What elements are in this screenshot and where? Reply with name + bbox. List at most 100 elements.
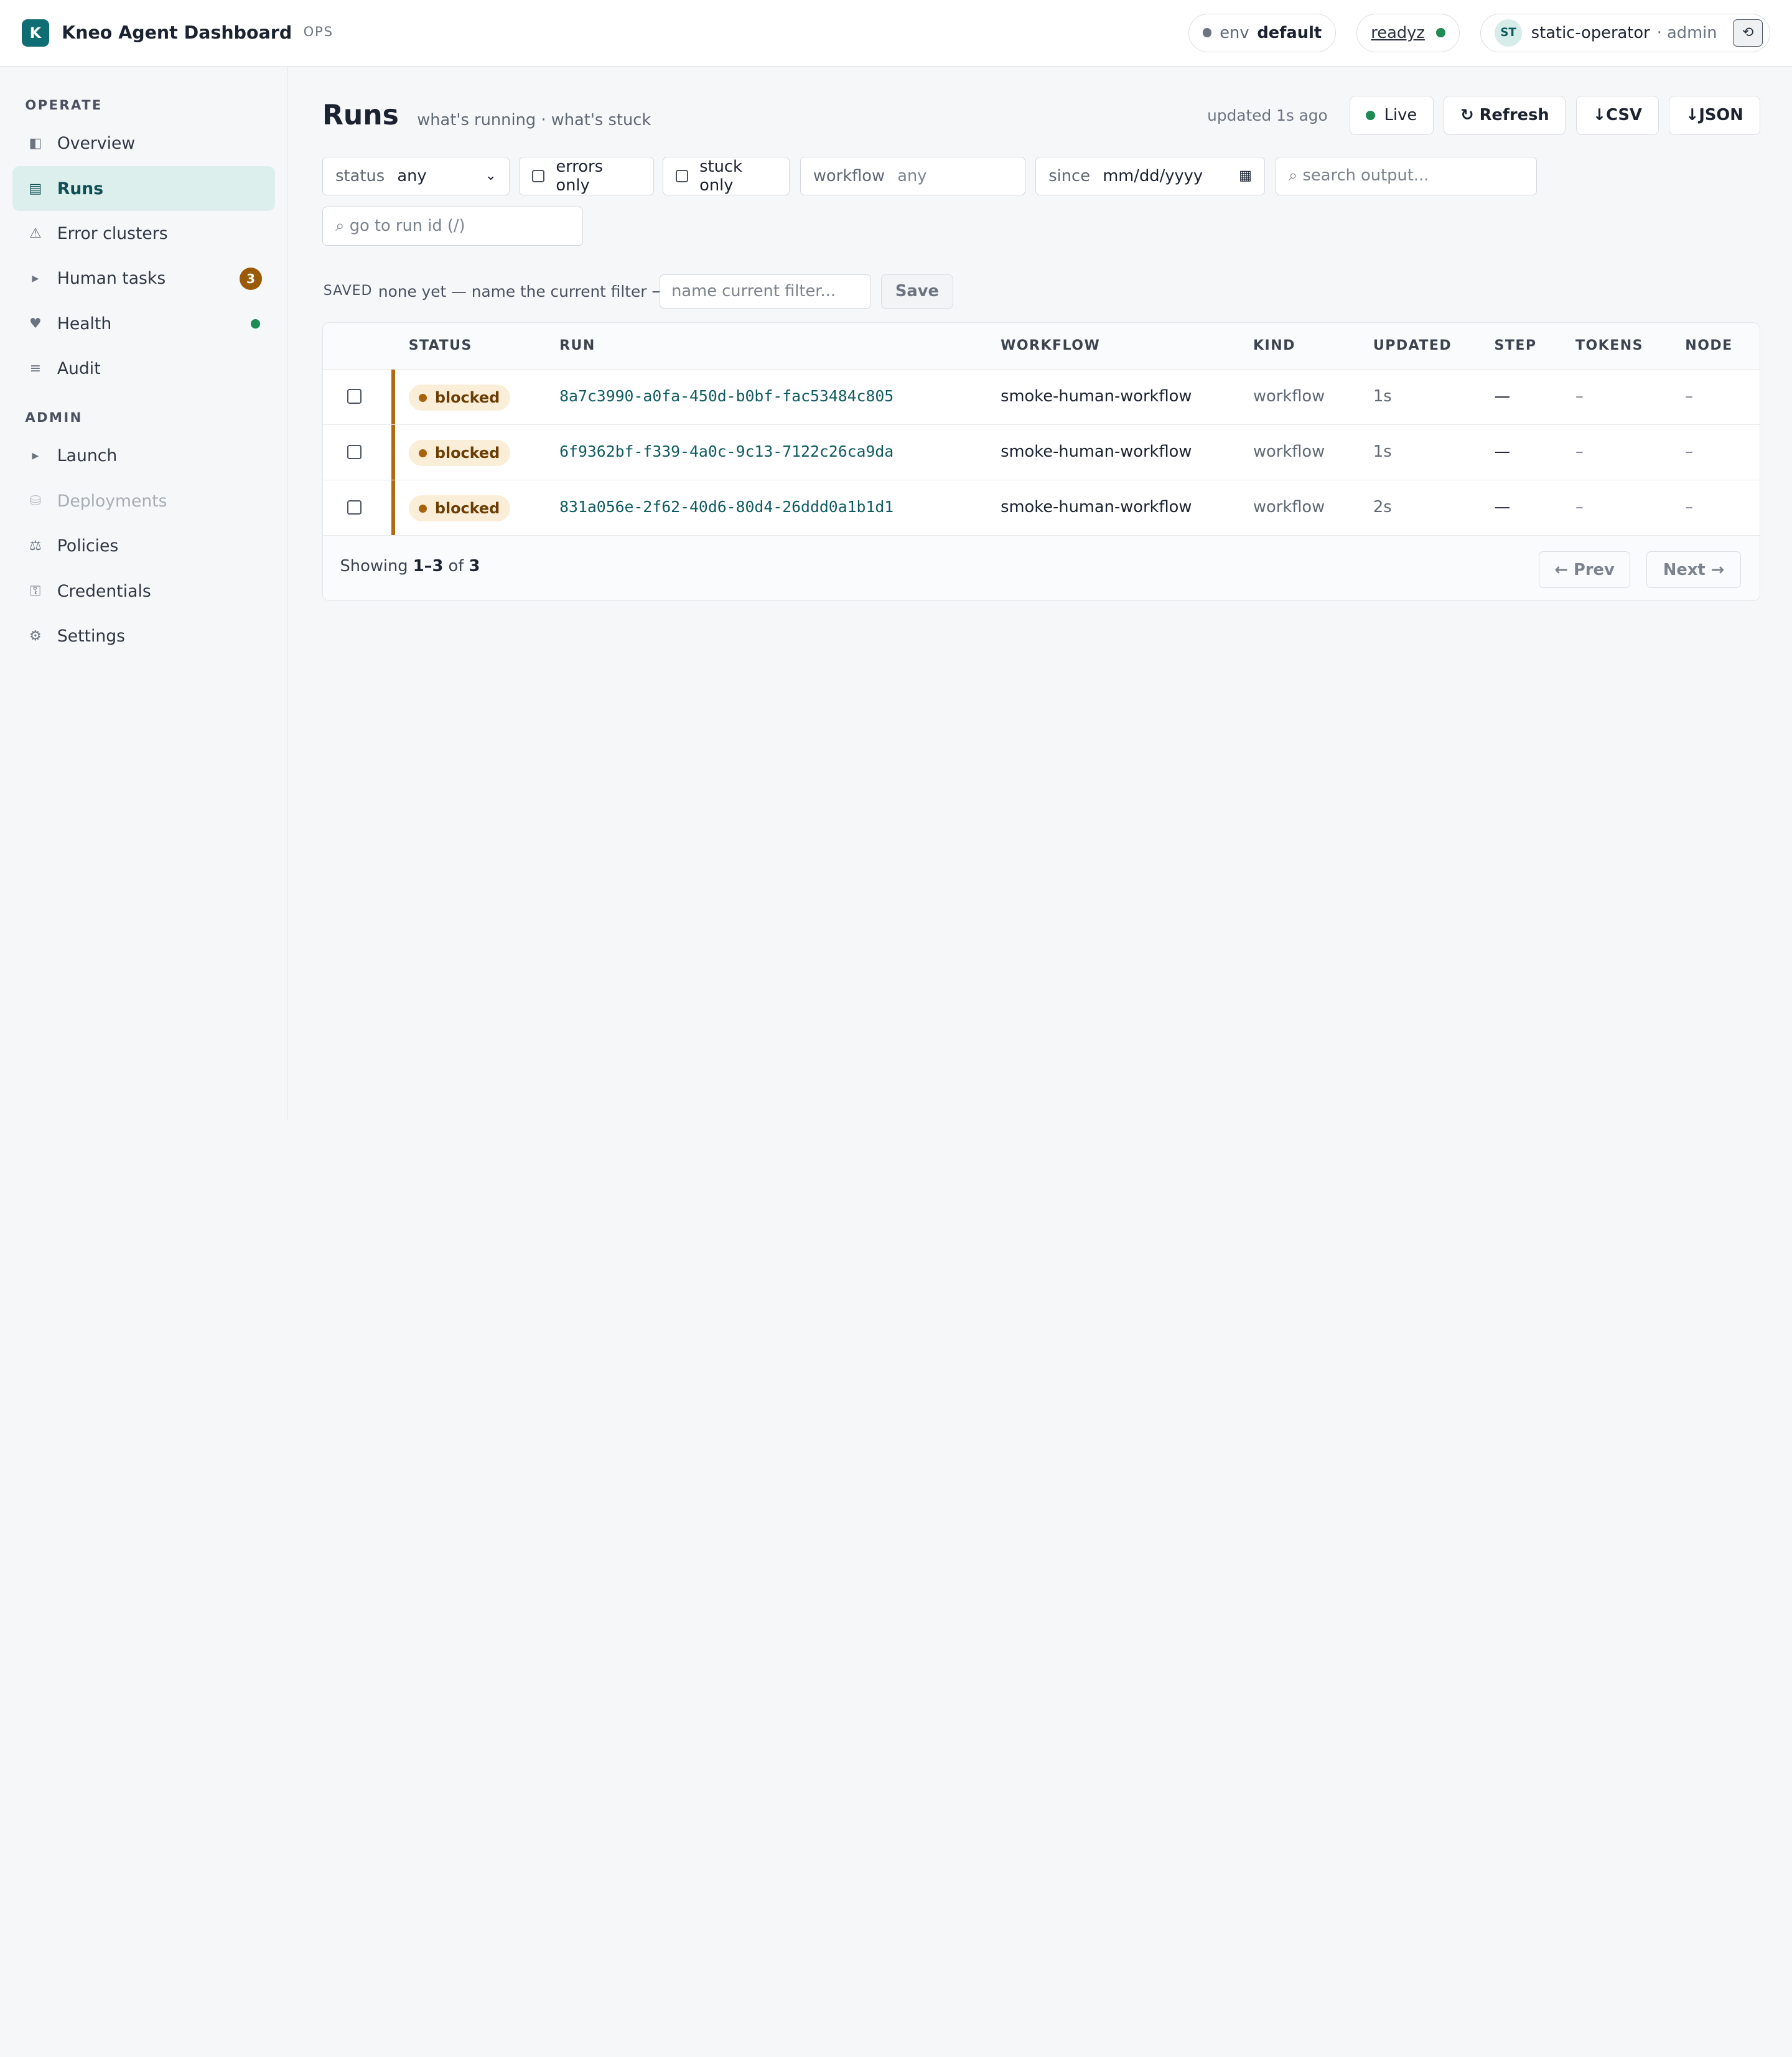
- workflow-cell: smoke-human-workflow: [1001, 386, 1192, 406]
- calendar-icon[interactable]: ▦: [1239, 168, 1252, 184]
- sidebar-item-overview[interactable]: ◧ Overview: [12, 121, 274, 166]
- refresh-button[interactable]: ↻ Refresh: [1444, 96, 1566, 135]
- run-id-link[interactable]: 831a056e-2f62-40d6-80d4-26ddd0a1b1d1: [559, 498, 894, 516]
- column-header-status[interactable]: STATUS: [409, 338, 472, 353]
- sidebar-section-operate: OPERATE: [25, 96, 103, 113]
- theme-toggle-icon[interactable]: ⟲: [1733, 19, 1763, 47]
- saved-filters-row: SAVED none yet — name the current filter…: [322, 274, 1236, 309]
- export-json-button[interactable]: ↓JSON: [1669, 96, 1760, 135]
- sidebar-item-label: Deployments: [57, 491, 167, 511]
- showing-total: 3: [469, 557, 480, 576]
- column-header-tokens[interactable]: TOKENS: [1575, 338, 1643, 353]
- errors-only-checkbox[interactable]: errors only: [518, 156, 654, 196]
- row-status-bar: [391, 480, 395, 536]
- column-header-run[interactable]: RUN: [559, 338, 595, 353]
- column-header-step[interactable]: STEP: [1495, 338, 1537, 353]
- tokens-cell: –: [1575, 442, 1584, 461]
- filter-name-input[interactable]: name current filter...: [659, 274, 871, 309]
- sidebar: OPERATE ◧ Overview ▤ Runs ⚠ Error cluste…: [0, 66, 288, 1120]
- live-toggle-button[interactable]: Live: [1349, 96, 1434, 135]
- run-id-link[interactable]: 6f9362bf-f339-4a0c-9c13-7122c26ca9da: [559, 442, 894, 460]
- updated-cell: 2s: [1373, 497, 1392, 516]
- overview-icon: ◧: [29, 136, 42, 152]
- step-cell: —: [1494, 442, 1511, 461]
- list-icon: ≡: [29, 361, 42, 377]
- sidebar-item-credentials[interactable]: ⚿ Credentials: [12, 569, 274, 613]
- health-status-dot: [251, 319, 260, 329]
- status-dot: [419, 393, 427, 402]
- prev-page-button[interactable]: ← Prev: [1539, 551, 1631, 589]
- row-select-checkbox[interactable]: [347, 389, 362, 404]
- top-right-controls: env default readyz ST static-operator · …: [1188, 13, 1771, 52]
- row-select-checkbox[interactable]: [347, 444, 362, 460]
- live-dot-icon: [1366, 111, 1375, 120]
- env-selector[interactable]: env default: [1188, 13, 1337, 52]
- sidebar-item-runs[interactable]: ▤ Runs: [12, 166, 275, 212]
- chevron-down-icon: ⌄: [485, 168, 497, 184]
- readyz-link[interactable]: readyz: [1371, 24, 1425, 42]
- page-subtitle: what's running · what's stuck: [417, 110, 651, 129]
- status-dot: [419, 504, 427, 513]
- column-header-kind[interactable]: KIND: [1253, 338, 1295, 353]
- status-filter-value: any: [397, 166, 427, 185]
- tokens-cell: –: [1575, 386, 1584, 406]
- workflow-filter-placeholder: any: [897, 166, 927, 185]
- stuck-only-checkbox[interactable]: stuck only: [663, 156, 790, 196]
- caret-right-icon: ▸: [32, 271, 39, 287]
- column-header-workflow[interactable]: WORKFLOW: [1001, 338, 1100, 353]
- sidebar-item-label: Launch: [57, 446, 118, 466]
- workflow-filter-input[interactable]: workflow any: [800, 156, 1025, 196]
- status-text: blocked: [434, 444, 500, 462]
- since-label: since: [1048, 166, 1091, 185]
- checkbox-icon: [676, 169, 688, 182]
- status-filter-label: status: [335, 166, 385, 185]
- step-cell: —: [1494, 497, 1511, 516]
- status-badge: blocked: [408, 495, 510, 522]
- column-header-updated[interactable]: UPDATED: [1373, 338, 1452, 353]
- status-select[interactable]: status any ⌄: [322, 156, 510, 196]
- search-output-input[interactable]: ⌕ search output...: [1275, 156, 1538, 196]
- row-select-checkbox[interactable]: [347, 500, 362, 515]
- goto-run-id-placeholder: ⌕ go to run id (/): [335, 217, 465, 236]
- table-row[interactable]: blocked 6f9362bf-f339-4a0c-9c13-7122c26c…: [322, 425, 1760, 481]
- readyz-indicator[interactable]: readyz: [1356, 13, 1460, 52]
- run-id-link[interactable]: 8a7c3990-a0fa-450d-b0bf-fac53484c805: [559, 387, 894, 405]
- kind-cell: workflow: [1253, 386, 1325, 406]
- kind-cell: workflow: [1253, 497, 1325, 516]
- export-csv-button[interactable]: ↓CSV: [1575, 96, 1659, 135]
- live-label: Live: [1384, 106, 1417, 125]
- table-row[interactable]: blocked 831a056e-2f62-40d6-80d4-26ddd0a1…: [322, 480, 1760, 536]
- updated-cell: 1s: [1373, 386, 1392, 406]
- sidebar-item-audit[interactable]: ≡ Audit: [12, 346, 274, 391]
- row-status-bar: [391, 370, 395, 425]
- goto-run-id-input[interactable]: ⌕ go to run id (/): [322, 207, 583, 246]
- node-cell: –: [1685, 497, 1694, 516]
- human-tasks-count-badge: 3: [239, 267, 263, 291]
- column-header-node[interactable]: NODE: [1685, 338, 1732, 353]
- env-label: env: [1220, 23, 1249, 42]
- save-filter-button[interactable]: Save: [881, 274, 953, 309]
- status-badge: blocked: [408, 385, 510, 411]
- sidebar-item-error-clusters[interactable]: ⚠ Error clusters: [12, 211, 274, 256]
- table-footer: Showing 1–3 of 3 ← Prev Next →: [322, 536, 1760, 601]
- showing-of: of: [443, 557, 469, 576]
- sidebar-item-settings[interactable]: ⚙ Settings: [12, 613, 274, 658]
- gear-icon: ⚙: [29, 628, 42, 644]
- env-value: default: [1257, 23, 1322, 42]
- user-menu[interactable]: ST static-operator · admin ⟲: [1480, 13, 1771, 52]
- sidebar-item-launch[interactable]: ▸ Launch: [12, 434, 274, 478]
- step-cell: —: [1494, 386, 1511, 406]
- next-page-button[interactable]: Next →: [1646, 551, 1742, 589]
- sidebar-item-label: Overview: [57, 134, 136, 154]
- sidebar-item-human-tasks[interactable]: ▸ Human tasks 3: [12, 256, 274, 301]
- table-row[interactable]: blocked 8a7c3990-a0fa-450d-b0bf-fac53484…: [322, 370, 1760, 426]
- kind-cell: workflow: [1253, 442, 1325, 461]
- app-root: K Kneo Agent Dashboard OPS env default r…: [0, 0, 1792, 1120]
- status-text: blocked: [434, 389, 500, 407]
- sidebar-item-policies[interactable]: ⚖ Policies: [12, 523, 274, 568]
- sidebar-item-label: Error clusters: [57, 224, 168, 244]
- stuck-only-label: stuck only: [699, 157, 742, 195]
- since-date-input[interactable]: since mm/dd/yyyy ▦: [1035, 156, 1266, 196]
- sidebar-item-label: Credentials: [57, 581, 151, 601]
- sidebar-item-health[interactable]: ♥ Health: [12, 301, 274, 346]
